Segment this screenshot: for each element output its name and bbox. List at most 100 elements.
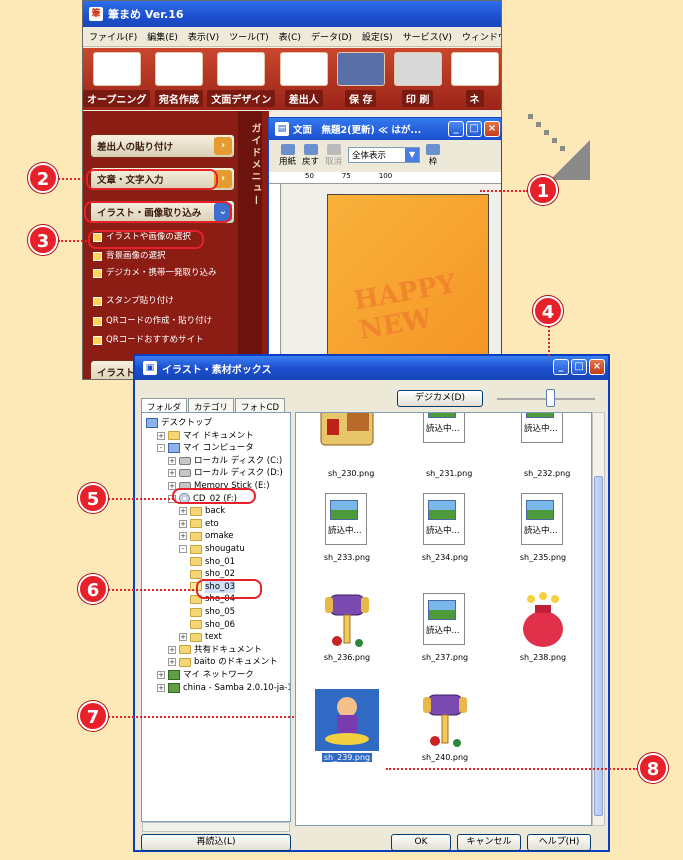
menu-tool[interactable]: ツール(T) xyxy=(229,30,269,43)
tree-node[interactable]: + マイ ネットワーク xyxy=(157,669,254,681)
sub-item-background[interactable]: 背景画像の選択 xyxy=(93,251,233,262)
sub-item-camera-import[interactable]: デジカメ・携帯一発取り込み xyxy=(93,268,233,279)
tree-node-label: sho_05 xyxy=(205,607,236,617)
slider-thumb[interactable] xyxy=(545,389,555,407)
file-thumbnail[interactable] xyxy=(302,413,392,469)
expand-icon[interactable]: + xyxy=(157,431,165,440)
menu-table[interactable]: 表(C) xyxy=(279,30,301,43)
close-button[interactable]: × xyxy=(484,121,500,137)
tree-node[interactable]: - マイ コンピュータ xyxy=(157,442,254,454)
file-thumbnail[interactable]: 読込中... xyxy=(498,413,588,469)
file-thumbnail[interactable]: sh_240.png xyxy=(400,691,490,771)
document-canvas[interactable]: HAPPY NEW xyxy=(283,184,501,379)
file-name: sh_234.png xyxy=(421,553,469,562)
menu-view[interactable]: 表示(V) xyxy=(188,30,219,43)
digicam-button[interactable]: デジカメ(D) xyxy=(397,390,483,407)
tree-node[interactable]: + baito のドキュメント xyxy=(168,656,278,668)
tree-node[interactable]: + ローカル ディスク (D:) xyxy=(168,467,283,479)
expand-icon[interactable]: + xyxy=(157,671,165,679)
reload-button[interactable]: 再読込(L) xyxy=(141,834,291,851)
print-button[interactable]: 印 刷 xyxy=(389,48,446,110)
menu-data[interactable]: データ(D) xyxy=(311,30,352,43)
guide-menu-tab[interactable]: ガイドメニュー xyxy=(238,111,262,379)
grid-scroll-thumb[interactable] xyxy=(594,476,603,816)
file-thumbnail[interactable]: sh_236.png xyxy=(302,591,392,671)
folder-tree: デスクトップ + マイ ドキュメント - マイ コンピュータ + ローカル ディスク (C:… xyxy=(141,412,291,822)
minimize-button[interactable]: _ xyxy=(553,359,569,375)
opening-icon xyxy=(92,52,141,86)
design-button[interactable]: 文面デザイン xyxy=(207,48,276,110)
sub-item-stamp[interactable]: スタンプ貼り付け xyxy=(93,296,233,307)
file-thumbnail[interactable]: 読込中... sh_234.png xyxy=(400,491,490,571)
tree-node[interactable]: + ローカル ディスク (C:) xyxy=(168,455,282,467)
sub-item-label: スタンプ貼り付け xyxy=(106,296,174,306)
paper-button[interactable]: 用紙 xyxy=(279,143,297,167)
zoom-select[interactable]: 全体表示 ▼ xyxy=(348,147,421,163)
tree-node[interactable]: デスクトップ xyxy=(146,417,212,429)
net-button[interactable]: ネ xyxy=(446,48,501,110)
save-button[interactable]: 保 存 xyxy=(332,48,389,110)
tree-node[interactable]: + back xyxy=(179,505,225,517)
close-button[interactable]: × xyxy=(589,359,605,375)
tree-node[interactable]: sho_01 xyxy=(190,556,235,568)
tree-node[interactable]: + eto xyxy=(179,518,219,530)
sub-item-qr-sites[interactable]: QRコードおすすめサイト xyxy=(93,335,233,346)
file-thumbnail[interactable]: 読込中... xyxy=(400,413,490,469)
expand-icon[interactable]: + xyxy=(157,683,165,692)
collapse-icon[interactable]: - xyxy=(179,545,187,553)
maximize-button[interactable]: □ xyxy=(571,359,587,375)
tree-node[interactable]: sho_06 xyxy=(190,619,235,631)
expand-icon[interactable]: + xyxy=(168,456,176,465)
sub-item-label: デジカメ・携帯一発取り込み xyxy=(106,268,217,278)
opening-button[interactable]: オープニング xyxy=(83,48,151,110)
tree-node[interactable]: + マイ ドキュメント xyxy=(157,430,254,442)
maximize-button[interactable]: □ xyxy=(466,121,482,137)
stamp-icon xyxy=(93,297,102,306)
menu-service[interactable]: サービス(V) xyxy=(403,30,452,43)
tree-node[interactable]: + 共有ドキュメント xyxy=(168,644,262,656)
address-button[interactable]: 宛名作成 xyxy=(150,48,207,110)
file-thumbnail[interactable]: 読込中... sh_233.png xyxy=(302,491,392,571)
file-thumbnail[interactable]: 読込中... sh_237.png xyxy=(400,591,490,671)
tree-node[interactable]: sho_05 xyxy=(190,606,235,618)
expand-icon[interactable]: + xyxy=(179,633,187,642)
file-name: sh_239.png xyxy=(321,753,373,762)
menu-window[interactable]: ウィンドウ(W) xyxy=(462,30,501,43)
tree-node-label: sho_06 xyxy=(205,619,236,630)
file-thumbnail[interactable]: sh_239.png xyxy=(302,689,392,771)
menu-file[interactable]: ファイル(F) xyxy=(89,30,137,43)
frame-button[interactable]: 枠 xyxy=(426,143,441,167)
tree-node[interactable]: + omake xyxy=(179,530,234,542)
lucky-mallet-icon xyxy=(317,591,377,649)
net-icon xyxy=(450,52,499,86)
expand-icon[interactable]: + xyxy=(179,507,187,516)
help-button[interactable]: ヘルプ(H) xyxy=(527,834,591,851)
menu-edit[interactable]: 編集(E) xyxy=(147,30,178,43)
menu-settings[interactable]: 設定(S) xyxy=(362,30,393,43)
tree-node[interactable]: + text xyxy=(179,631,222,643)
minimize-button[interactable]: _ xyxy=(448,121,464,137)
paper-label: 用紙 xyxy=(279,156,297,167)
file-thumbnail[interactable]: sh_238.png xyxy=(498,591,588,671)
undo-button[interactable]: 戻す xyxy=(302,143,319,167)
sender-button[interactable]: 差出人 xyxy=(275,48,332,110)
expand-icon[interactable]: + xyxy=(179,532,187,541)
postcard-preview[interactable]: HAPPY NEW xyxy=(327,194,489,379)
tree-horizontal-scrollbar[interactable] xyxy=(142,822,290,832)
sub-item-qr-create[interactable]: QRコードの作成・貼り付け xyxy=(93,316,233,327)
tree-node[interactable]: + china - Samba 2.0.10-ja-1 xyxy=(157,682,290,694)
tree-node[interactable]: - shougatu xyxy=(179,543,245,555)
callout-line-4 xyxy=(548,326,550,356)
collapse-icon[interactable]: - xyxy=(157,444,165,453)
expand-icon[interactable]: + xyxy=(168,469,176,478)
file-thumbnail[interactable]: 読込中... sh_235.png xyxy=(498,491,588,571)
cancel-tool-label: 取消 xyxy=(325,156,343,167)
ok-button[interactable]: OK xyxy=(391,834,451,851)
cancel-tool-button[interactable]: 取消 xyxy=(325,143,343,167)
dog-illustration-icon xyxy=(317,413,377,447)
cancel-button[interactable]: キャンセル xyxy=(457,834,521,851)
expand-icon[interactable]: + xyxy=(168,645,176,654)
guide-sender-paste-button[interactable]: 差出人の貼り付け › xyxy=(90,134,235,158)
expand-icon[interactable]: + xyxy=(168,658,176,667)
expand-icon[interactable]: + xyxy=(179,519,187,528)
